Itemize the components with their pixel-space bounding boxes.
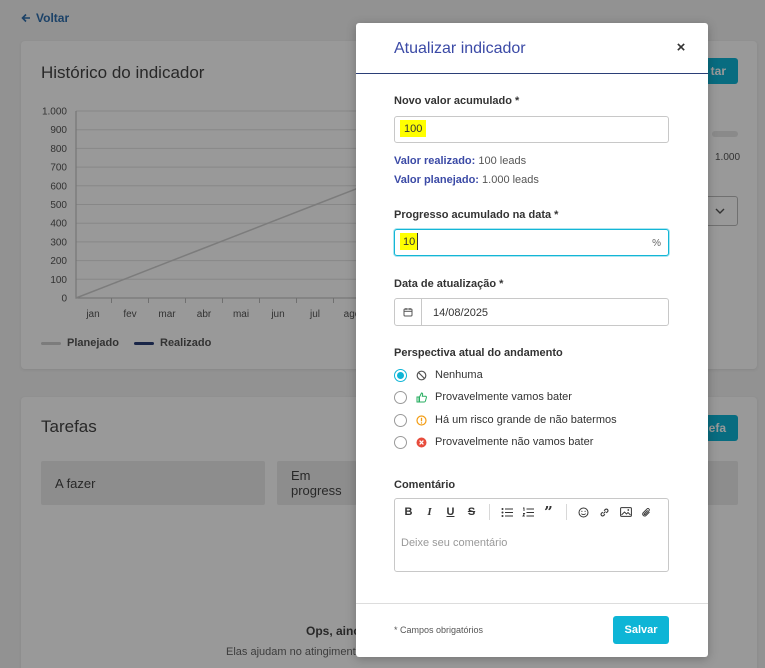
underline-icon[interactable]: U	[444, 506, 457, 519]
emoji-icon[interactable]	[577, 506, 590, 519]
bold-icon[interactable]: B	[402, 506, 415, 519]
date-label: Data de atualização *	[394, 278, 504, 290]
comment-label: Comentário	[394, 479, 456, 491]
date-value: 14/08/2025	[433, 307, 489, 319]
radio-button[interactable]	[394, 435, 407, 449]
progress-label: Progresso acumulado na data *	[394, 209, 559, 221]
calendar-icon[interactable]	[395, 299, 422, 325]
warning-icon	[416, 414, 427, 426]
radio-option-nenhuma[interactable]: Nenhuma	[394, 367, 483, 383]
modal-footer-divider	[356, 603, 708, 604]
close-icon[interactable]: ×	[674, 40, 688, 55]
accumulated-value-label: Novo valor acumulado *	[394, 95, 520, 107]
ban-icon	[416, 370, 427, 381]
save-button[interactable]: Salvar	[613, 616, 669, 644]
bullet-list-icon[interactable]	[500, 506, 513, 519]
planned-info: Valor planejado: 1.000 leads	[394, 174, 539, 186]
required-fields-note: * Campos obrigatórios	[394, 625, 484, 635]
modal-title: Atualizar indicador	[394, 40, 526, 57]
realized-info: Valor realizado: 100 leads	[394, 155, 526, 167]
italic-icon[interactable]: I	[423, 506, 436, 519]
accumulated-value-text: 100	[400, 120, 427, 137]
comment-placeholder: Deixe seu comentário	[401, 537, 508, 549]
comment-editor[interactable]: B I U S ” Deixe seu comentário	[394, 498, 669, 572]
radio-label: Provavelmente não vamos bater	[435, 436, 594, 448]
radio-label: Nenhuma	[435, 369, 483, 381]
toolbar-divider	[489, 504, 490, 520]
perspective-label: Perspectiva atual do andamento	[394, 347, 563, 359]
planned-value: 1.000 leads	[482, 174, 539, 186]
radio-button[interactable]	[394, 368, 407, 382]
radio-label: Há um risco grande de não batermos	[435, 414, 617, 426]
image-icon[interactable]	[619, 506, 632, 519]
radio-button[interactable]	[394, 390, 407, 404]
radio-option-provavelmente-nao-vamos-bater[interactable]: Provavelmente não vamos bater	[394, 434, 593, 450]
modal-header: Atualizar indicador ×	[356, 23, 708, 74]
error-icon	[416, 437, 427, 448]
percent-suffix: %	[652, 238, 661, 249]
toolbar-divider	[566, 504, 567, 520]
editor-toolbar: B I U S ”	[395, 499, 668, 525]
strikethrough-icon[interactable]: S	[465, 506, 478, 519]
radio-button[interactable]	[394, 413, 407, 427]
realized-label: Valor realizado:	[394, 155, 476, 167]
progress-value-text: 10	[400, 233, 419, 250]
attachment-icon[interactable]	[640, 506, 653, 519]
date-input[interactable]: 14/08/2025	[394, 298, 669, 326]
realized-value: 100 leads	[478, 155, 527, 167]
radio-label: Provavelmente vamos bater	[435, 391, 572, 403]
accumulated-value-input[interactable]: 100	[394, 116, 669, 143]
quote-icon[interactable]: ”	[542, 503, 555, 521]
progress-input[interactable]: 10 %	[394, 229, 669, 256]
radio-option-risco-grande[interactable]: Há um risco grande de não batermos	[394, 412, 617, 428]
update-indicator-modal: Atualizar indicador × Novo valor acumula…	[356, 23, 708, 657]
radio-option-provavelmente-vamos-bater[interactable]: Provavelmente vamos bater	[394, 389, 572, 405]
planned-label: Valor planejado:	[394, 174, 479, 186]
link-icon[interactable]	[598, 506, 611, 519]
thumbs-up-icon	[416, 391, 427, 403]
numbered-list-icon[interactable]	[521, 506, 534, 519]
